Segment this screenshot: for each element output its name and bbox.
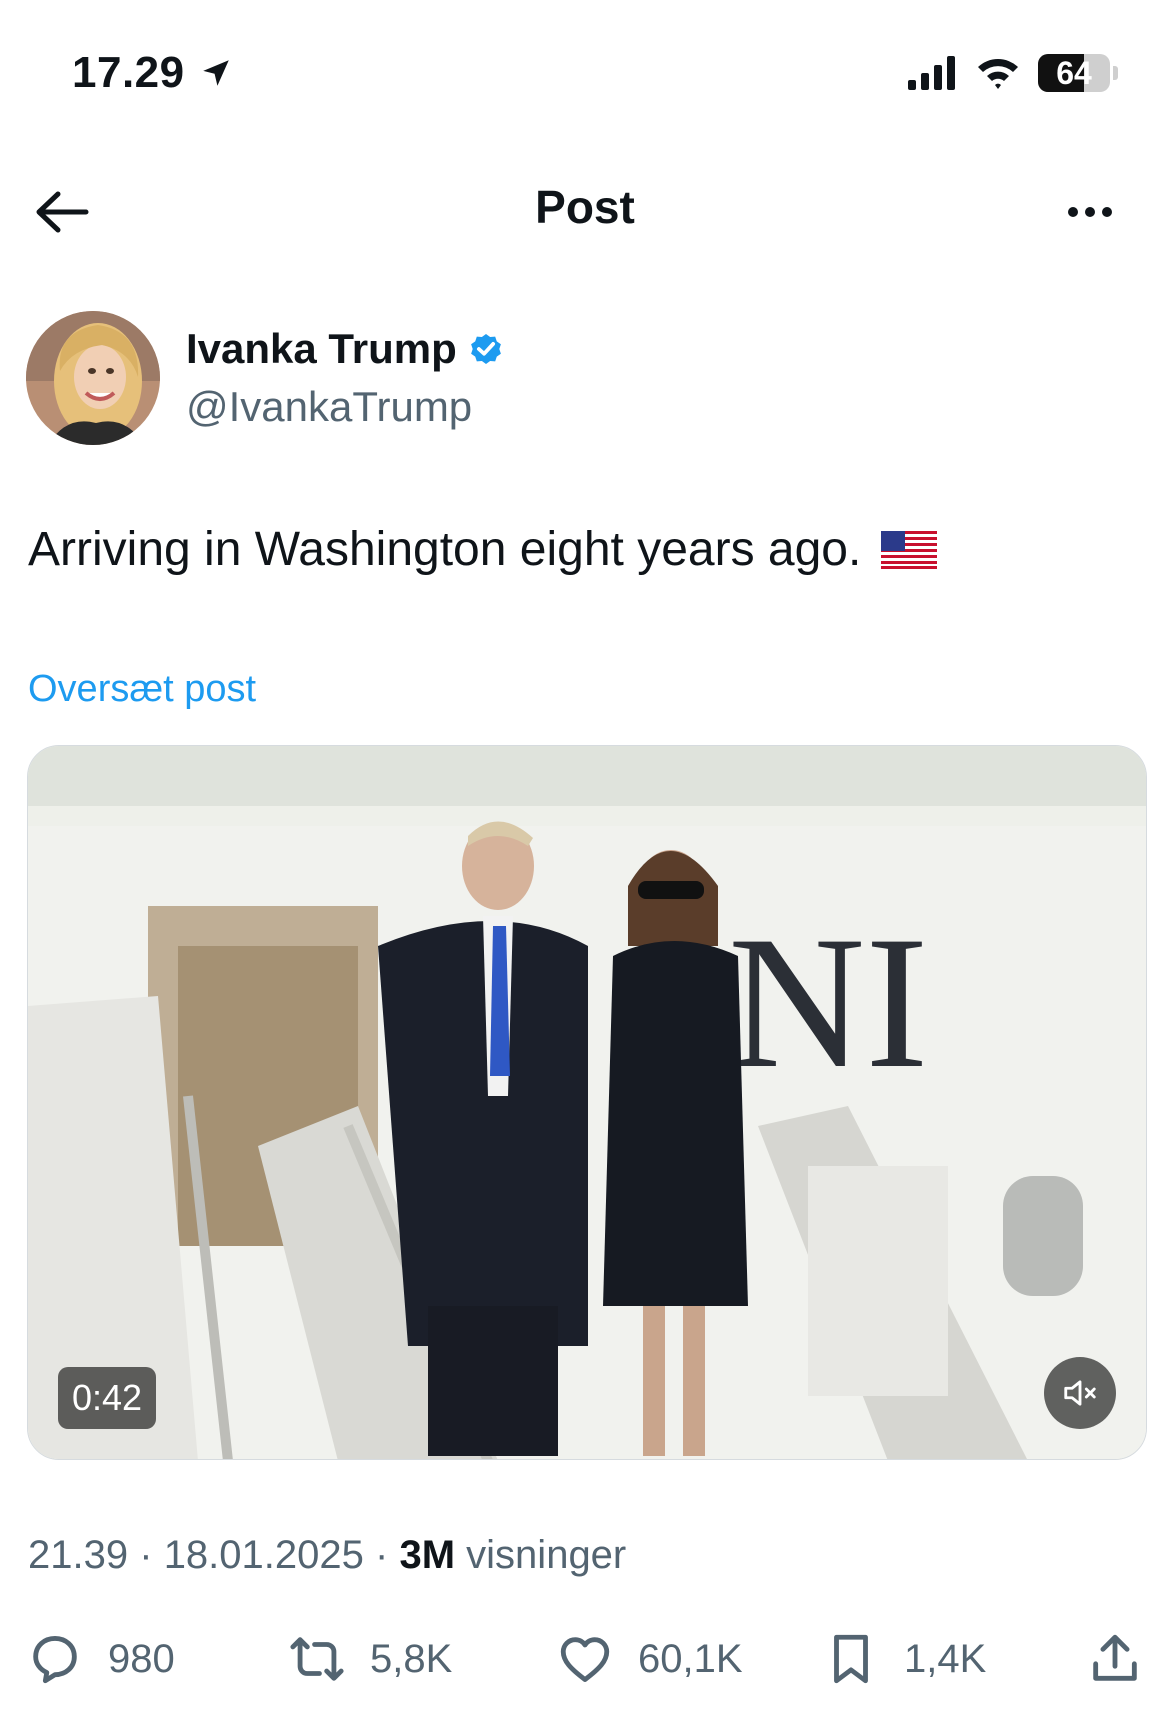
bookmark-count: 1,4K <box>904 1636 987 1681</box>
like-count: 60,1K <box>638 1636 743 1681</box>
heart-icon <box>554 1628 616 1690</box>
verified-badge-icon <box>470 333 501 365</box>
repost-icon <box>286 1628 348 1690</box>
wifi-icon <box>978 59 1018 89</box>
video-thumbnail: NI <box>28 746 1146 1459</box>
status-time-text: 17.29 <box>72 48 185 97</box>
more-dot-icon <box>1068 207 1078 217</box>
video-player[interactable]: NI 0:42 <box>27 745 1147 1460</box>
post-time: 21.39 <box>28 1533 129 1577</box>
like-button[interactable]: 60,1K <box>554 1628 743 1690</box>
bookmark-icon <box>820 1628 882 1690</box>
cellular-signal-icon <box>908 56 955 90</box>
meta-separator: · <box>375 1533 389 1577</box>
post-metadata: 21.39 · 18.01.2025 · 3M visninger <box>28 1533 626 1578</box>
video-duration: 0:42 <box>58 1367 157 1429</box>
translate-post-link[interactable]: Oversæt post <box>28 668 256 711</box>
battery-level-text: 64 <box>1056 54 1092 91</box>
mute-toggle-button[interactable] <box>1044 1357 1116 1429</box>
speaker-muted-icon <box>1064 1380 1096 1406</box>
us-flag-emoji-icon <box>881 530 938 569</box>
reply-count: 980 <box>108 1636 175 1681</box>
post-date: 18.01.2025 <box>163 1533 364 1577</box>
page-title: Post <box>535 181 635 233</box>
post-author: Ivanka Trump @IvankaTrump <box>26 310 505 446</box>
status-time: 17.29 <box>72 48 233 98</box>
top-navigation-bar: Post <box>0 150 1170 270</box>
more-options-button[interactable] <box>1050 180 1130 244</box>
repost-button[interactable]: 5,8K <box>286 1628 452 1690</box>
repost-count: 5,8K <box>370 1636 453 1681</box>
svg-text:NI: NI <box>728 898 928 1108</box>
author-name[interactable]: Ivanka Trump <box>186 325 457 373</box>
post-body: Arriving in Washington eight years ago. <box>28 522 938 577</box>
post-text: Arriving in Washington eight years ago. <box>28 523 862 576</box>
share-button[interactable] <box>1084 1628 1146 1690</box>
more-dot-icon <box>1085 207 1095 217</box>
more-dot-icon <box>1102 207 1112 217</box>
author-handle[interactable]: @IvankaTrump <box>186 383 505 431</box>
status-indicators: 64 <box>908 54 1118 92</box>
bookmark-button[interactable]: 1,4K <box>820 1628 986 1690</box>
battery-icon: 64 <box>1038 54 1110 92</box>
post-actions-bar: 980 5,8K 60,1K 1,4K <box>24 1628 1154 1698</box>
views-count: 3M <box>399 1533 456 1577</box>
share-icon <box>1084 1628 1146 1690</box>
reply-button[interactable]: 980 <box>24 1628 175 1690</box>
meta-separator: · <box>139 1533 153 1577</box>
location-arrow-icon <box>202 60 229 86</box>
reply-icon <box>24 1628 86 1690</box>
views-label: visninger <box>466 1533 627 1577</box>
avatar[interactable] <box>26 311 160 445</box>
status-bar: 17.29 64 <box>0 0 1170 150</box>
